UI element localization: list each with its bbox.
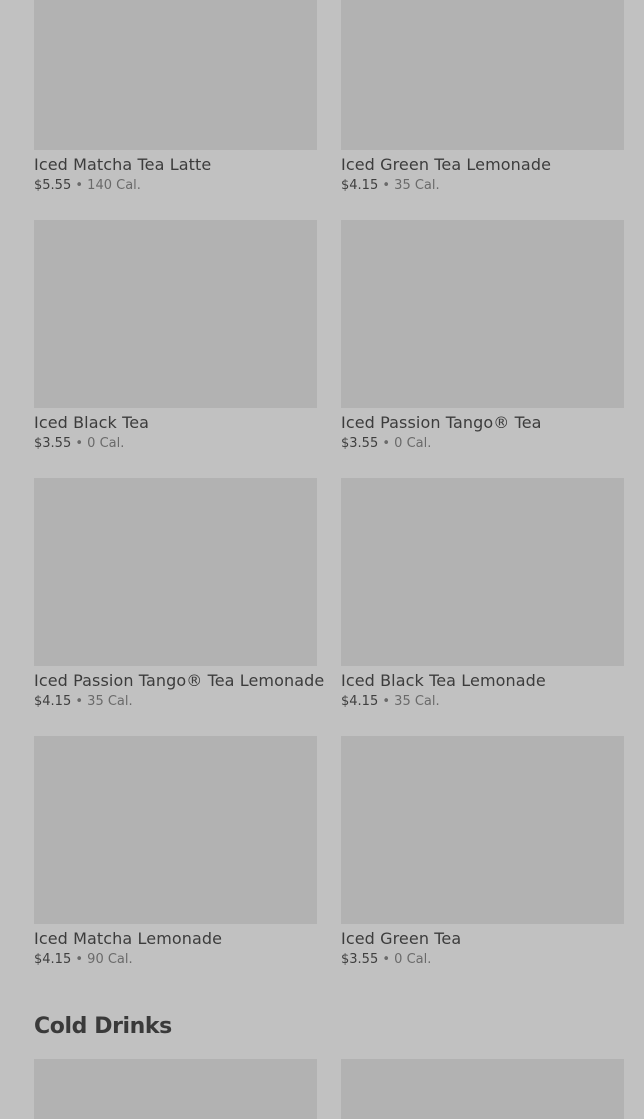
product-meta: $3.55 • 0 Cal. bbox=[341, 436, 624, 452]
meta-separator: • bbox=[382, 694, 391, 709]
product-image[interactable] bbox=[34, 0, 317, 150]
product-meta: $4.15 • 35 Cal. bbox=[34, 694, 317, 710]
product-price: $4.15 bbox=[341, 178, 379, 193]
menu-item-card[interactable]: Iced Matcha Lemonade $4.15 • 90 Cal. bbox=[34, 736, 317, 968]
meta-separator: • bbox=[75, 436, 84, 451]
meta-separator: • bbox=[75, 178, 84, 193]
section-title-cold-drinks: Cold Drinks bbox=[34, 1014, 172, 1039]
product-name[interactable]: Iced Matcha Tea Latte bbox=[34, 155, 317, 175]
product-calories: 90 Cal. bbox=[87, 952, 133, 967]
product-meta: $4.15 • 35 Cal. bbox=[341, 178, 624, 194]
meta-separator: • bbox=[382, 178, 391, 193]
product-price: $4.15 bbox=[34, 694, 72, 709]
product-image[interactable] bbox=[341, 1059, 624, 1119]
product-name[interactable]: Iced Matcha Lemonade bbox=[34, 929, 317, 949]
product-calories: 0 Cal. bbox=[394, 436, 432, 451]
menu-item-card[interactable]: Iced Matcha Tea Latte $5.55 • 140 Cal. bbox=[34, 0, 317, 194]
product-image[interactable] bbox=[34, 220, 317, 408]
product-name[interactable]: Iced Green Tea bbox=[341, 929, 624, 949]
product-calories: 140 Cal. bbox=[87, 178, 141, 193]
menu-item-card[interactable]: Iced Green Tea $3.55 • 0 Cal. bbox=[341, 736, 624, 968]
product-price: $3.55 bbox=[341, 436, 379, 451]
product-name[interactable]: Iced Passion Tango® Tea Lemonade bbox=[34, 671, 324, 691]
product-price: $4.15 bbox=[341, 694, 379, 709]
product-calories: 0 Cal. bbox=[87, 436, 125, 451]
product-meta: $4.15 • 90 Cal. bbox=[34, 952, 317, 968]
product-meta: $4.15 • 35 Cal. bbox=[341, 694, 624, 710]
product-price: $3.55 bbox=[34, 436, 72, 451]
menu-item-card[interactable]: Iced Black Tea $3.55 • 0 Cal. bbox=[34, 220, 317, 452]
meta-separator: • bbox=[75, 694, 84, 709]
menu-grid: Iced Matcha Tea Latte $5.55 • 140 Cal. I… bbox=[34, 0, 624, 968]
menu-item-card[interactable]: Iced Black Tea Lemonade $4.15 • 35 Cal. bbox=[341, 478, 624, 710]
meta-separator: • bbox=[382, 952, 391, 967]
meta-separator: • bbox=[382, 436, 391, 451]
product-image[interactable] bbox=[341, 478, 624, 666]
product-calories: 0 Cal. bbox=[394, 952, 432, 967]
product-meta: $3.55 • 0 Cal. bbox=[34, 436, 317, 452]
product-image[interactable] bbox=[34, 1059, 317, 1119]
product-meta: $3.55 • 0 Cal. bbox=[341, 952, 624, 968]
product-image[interactable] bbox=[341, 220, 624, 408]
product-calories: 35 Cal. bbox=[87, 694, 133, 709]
menu-item-card[interactable]: Iced Passion Tango® Tea $3.55 • 0 Cal. bbox=[341, 220, 624, 452]
product-name[interactable]: Iced Passion Tango® Tea bbox=[341, 413, 624, 433]
product-calories: 35 Cal. bbox=[394, 178, 440, 193]
product-image[interactable] bbox=[341, 0, 624, 150]
product-price: $5.55 bbox=[34, 178, 72, 193]
meta-separator: • bbox=[75, 952, 84, 967]
product-meta: $5.55 • 140 Cal. bbox=[34, 178, 317, 194]
product-name[interactable]: Iced Green Tea Lemonade bbox=[341, 155, 624, 175]
cold-drinks-grid-partial bbox=[34, 1059, 624, 1119]
product-image[interactable] bbox=[34, 478, 317, 666]
product-price: $4.15 bbox=[34, 952, 72, 967]
menu-item-card[interactable]: Iced Passion Tango® Tea Lemonade $4.15 •… bbox=[34, 478, 324, 710]
product-name[interactable]: Iced Black Tea Lemonade bbox=[341, 671, 624, 691]
menu-item-card[interactable]: Iced Green Tea Lemonade $4.15 • 35 Cal. bbox=[341, 0, 624, 194]
product-price: $3.55 bbox=[341, 952, 379, 967]
product-name[interactable]: Iced Black Tea bbox=[34, 413, 317, 433]
product-calories: 35 Cal. bbox=[394, 694, 440, 709]
product-image[interactable] bbox=[341, 736, 624, 924]
product-image[interactable] bbox=[34, 736, 317, 924]
